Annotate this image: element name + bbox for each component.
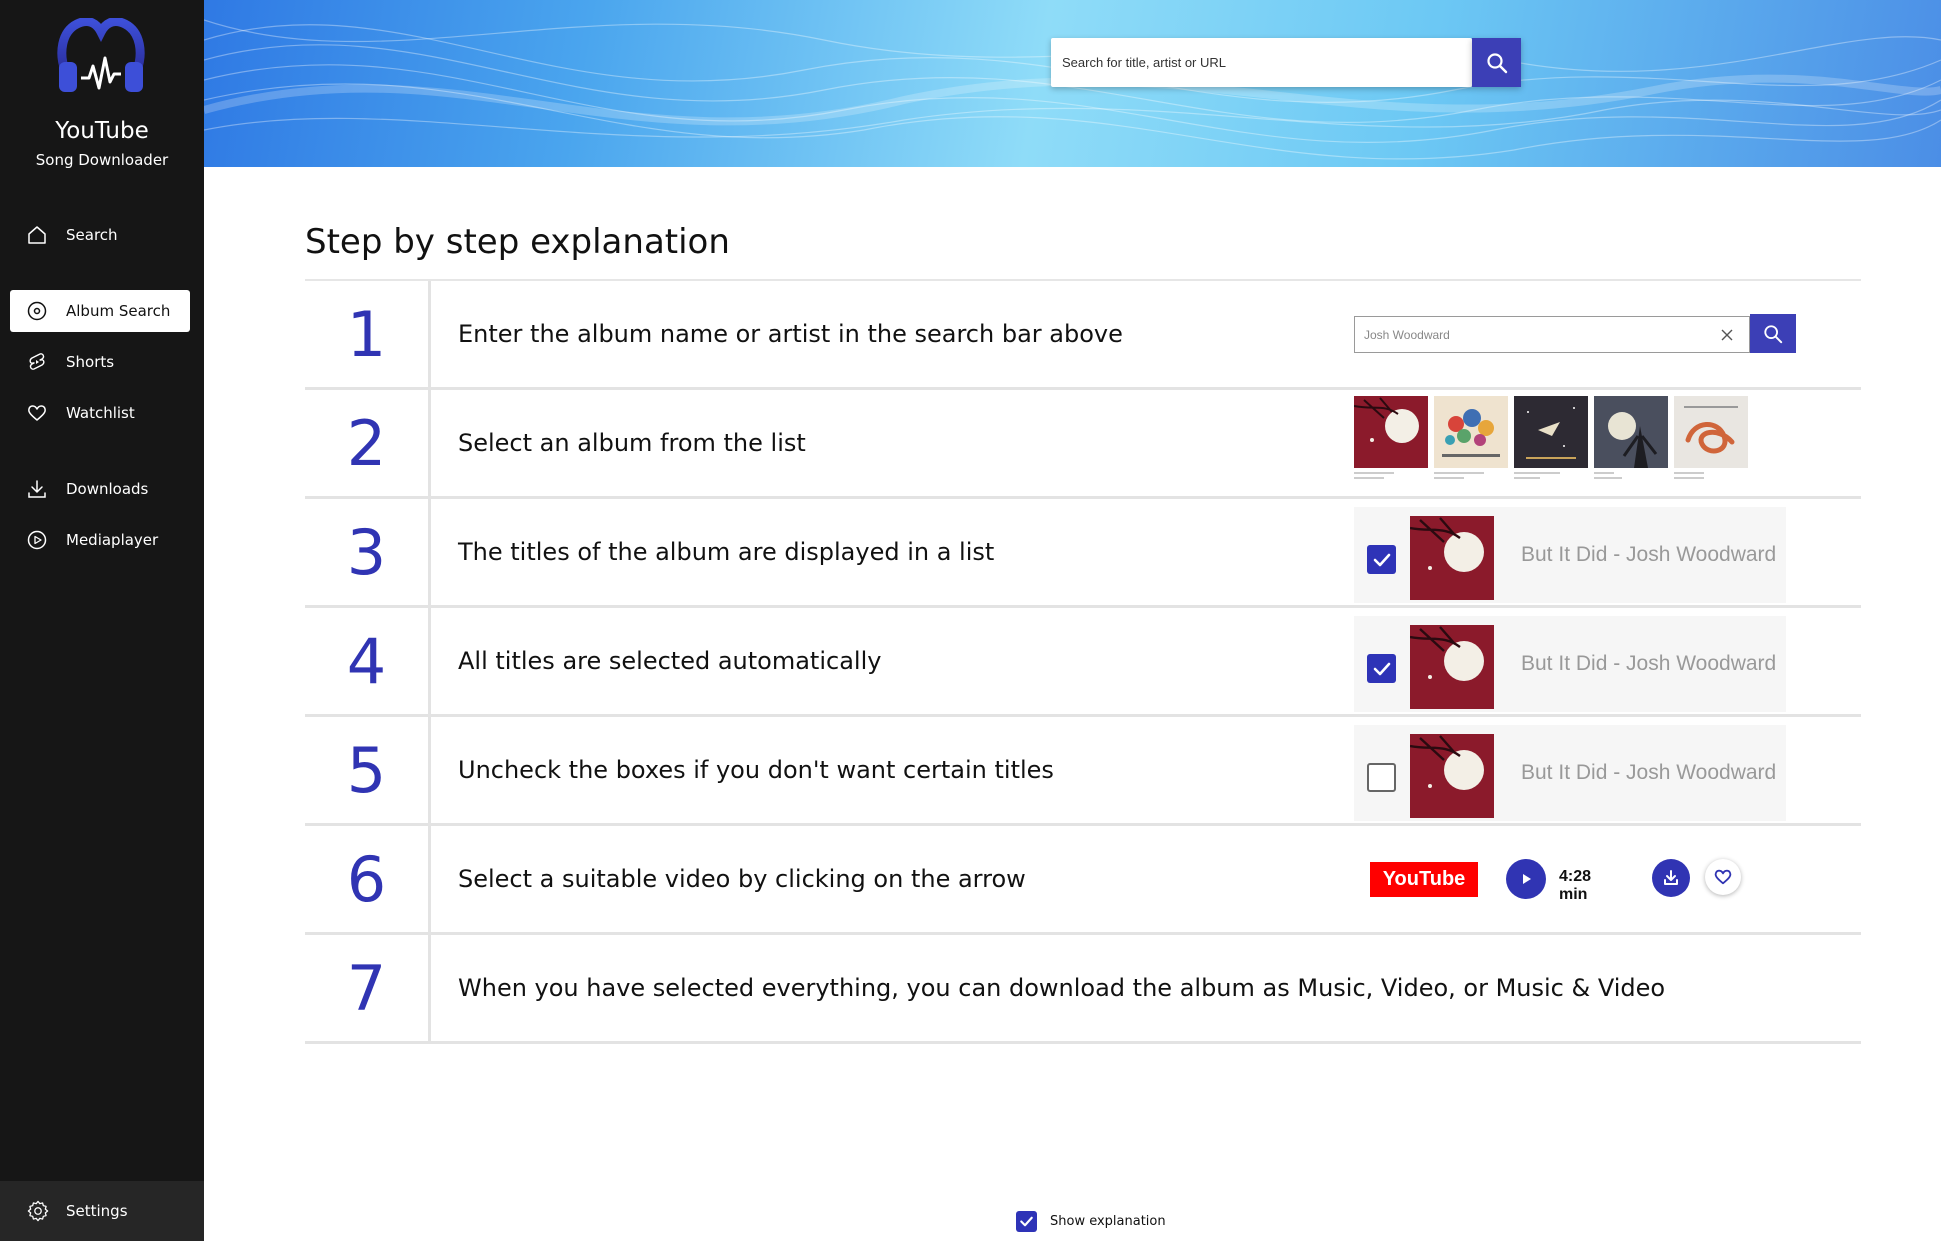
search-button[interactable] — [1472, 38, 1521, 87]
heart-icon — [1714, 869, 1732, 885]
step-number: 5 — [305, 717, 431, 823]
step-text: Select an album from the list — [458, 429, 806, 457]
track-title: But It Did - Josh Woodward — [1521, 652, 1777, 675]
show-explanation-toggle[interactable]: Show explanation — [1016, 1211, 1166, 1232]
step-text: Select a suitable video by clicking on t… — [458, 865, 1026, 893]
step-number: 1 — [305, 281, 431, 387]
track-title: But It Did - Josh Woodward — [1521, 543, 1777, 566]
sidebar-item-mediaplayer[interactable]: Mediaplayer — [10, 519, 190, 561]
sidebar: YouTube Song Downloader Search Album Sea… — [0, 0, 204, 1241]
track-checkbox[interactable] — [1367, 763, 1396, 792]
step-row: 5 Uncheck the boxes if you don't want ce… — [305, 717, 1861, 826]
track-cover — [1410, 734, 1494, 818]
album-cover — [1674, 396, 1748, 468]
demo-search-button — [1750, 314, 1796, 353]
album-cover — [1514, 396, 1588, 468]
album-cover — [1434, 396, 1508, 468]
checkmark-icon — [1373, 553, 1390, 566]
step-text: The titles of the album are displayed in… — [458, 538, 995, 566]
download-icon — [1664, 870, 1678, 885]
heart-icon — [26, 402, 48, 424]
step-row: 1 Enter the album name or artist in the … — [305, 281, 1861, 390]
favorite-button[interactable] — [1705, 859, 1741, 895]
download-button[interactable] — [1652, 859, 1690, 897]
search-icon — [1486, 52, 1507, 73]
track-cover — [1410, 516, 1494, 600]
sidebar-item-downloads[interactable]: Downloads — [10, 468, 190, 510]
sidebar-item-search[interactable]: Search — [10, 214, 190, 256]
step-number: 7 — [305, 935, 431, 1041]
album-cover — [1594, 396, 1668, 468]
step-text: Uncheck the boxes if you don't want cert… — [458, 756, 1054, 784]
play-button[interactable] — [1506, 859, 1546, 899]
video-duration: 4:28 min — [1559, 868, 1592, 903]
demo-search-field: Josh Woodward — [1354, 316, 1750, 353]
sidebar-item-label: Search — [66, 226, 118, 244]
sidebar-item-watchlist[interactable]: Watchlist — [10, 392, 190, 434]
app-title: YouTube — [55, 118, 149, 144]
sidebar-item-album-search[interactable]: Album Search — [10, 290, 190, 332]
show-explanation-label: Show explanation — [1050, 1214, 1166, 1229]
header-banner — [204, 0, 1941, 167]
step-row: 2 Select an album from the list — [305, 390, 1861, 499]
search-input[interactable] — [1051, 38, 1472, 87]
step-text: When you have selected everything, you c… — [458, 974, 1666, 1002]
track-row: But It Did - Josh Woodward — [1354, 725, 1786, 821]
shorts-icon — [26, 351, 48, 373]
step-number: 6 — [305, 826, 431, 932]
headphones-logo-icon — [57, 18, 145, 92]
download-icon — [26, 478, 48, 500]
checkmark-icon — [1373, 662, 1390, 675]
track-checkbox[interactable] — [1367, 654, 1396, 683]
steps-table: 1 Enter the album name or artist in the … — [305, 279, 1861, 1044]
track-checkbox[interactable] — [1367, 545, 1396, 574]
track-row: But It Did - Josh Woodward — [1354, 507, 1786, 603]
step-row: 4 All titles are selected automatically … — [305, 608, 1861, 717]
album-cover — [1354, 396, 1428, 468]
step-text: Enter the album name or artist in the se… — [458, 320, 1123, 348]
step-number: 2 — [305, 390, 431, 496]
track-title: But It Did - Josh Woodward — [1521, 761, 1777, 784]
step-row: 6 Select a suitable video by clicking on… — [305, 826, 1861, 935]
sidebar-item-label: Watchlist — [66, 404, 135, 422]
sidebar-item-label: Shorts — [66, 353, 115, 371]
track-cover — [1410, 625, 1494, 709]
track-row: But It Did - Josh Woodward — [1354, 616, 1786, 712]
step-text: All titles are selected automatically — [458, 647, 882, 675]
play-icon — [1523, 874, 1531, 884]
youtube-badge[interactable]: YouTube — [1370, 862, 1478, 897]
sidebar-item-label: Album Search — [66, 302, 171, 320]
sidebar-item-shorts[interactable]: Shorts — [10, 341, 190, 383]
step-row: 3 The titles of the album are displayed … — [305, 499, 1861, 608]
page-title: Step by step explanation — [305, 222, 730, 262]
show-explanation-checkbox[interactable] — [1016, 1211, 1037, 1232]
disc-icon — [26, 300, 48, 322]
step-number: 4 — [305, 608, 431, 714]
checkmark-icon — [1020, 1216, 1033, 1227]
settings-label: Settings — [66, 1202, 128, 1220]
play-circle-icon — [26, 529, 48, 551]
close-icon — [1717, 325, 1737, 345]
search-icon — [1764, 324, 1783, 343]
step-row: 7 When you have selected everything, you… — [305, 935, 1861, 1044]
app-subtitle: Song Downloader — [35, 151, 169, 169]
demo-search-value: Josh Woodward — [1364, 327, 1450, 342]
gear-icon — [26, 1199, 50, 1223]
sidebar-item-label: Downloads — [66, 480, 149, 498]
sidebar-item-label: Mediaplayer — [66, 531, 159, 549]
home-icon — [26, 224, 48, 246]
search-box — [1051, 38, 1472, 87]
sidebar-item-settings[interactable]: Settings — [0, 1181, 204, 1241]
step-number: 3 — [305, 499, 431, 605]
